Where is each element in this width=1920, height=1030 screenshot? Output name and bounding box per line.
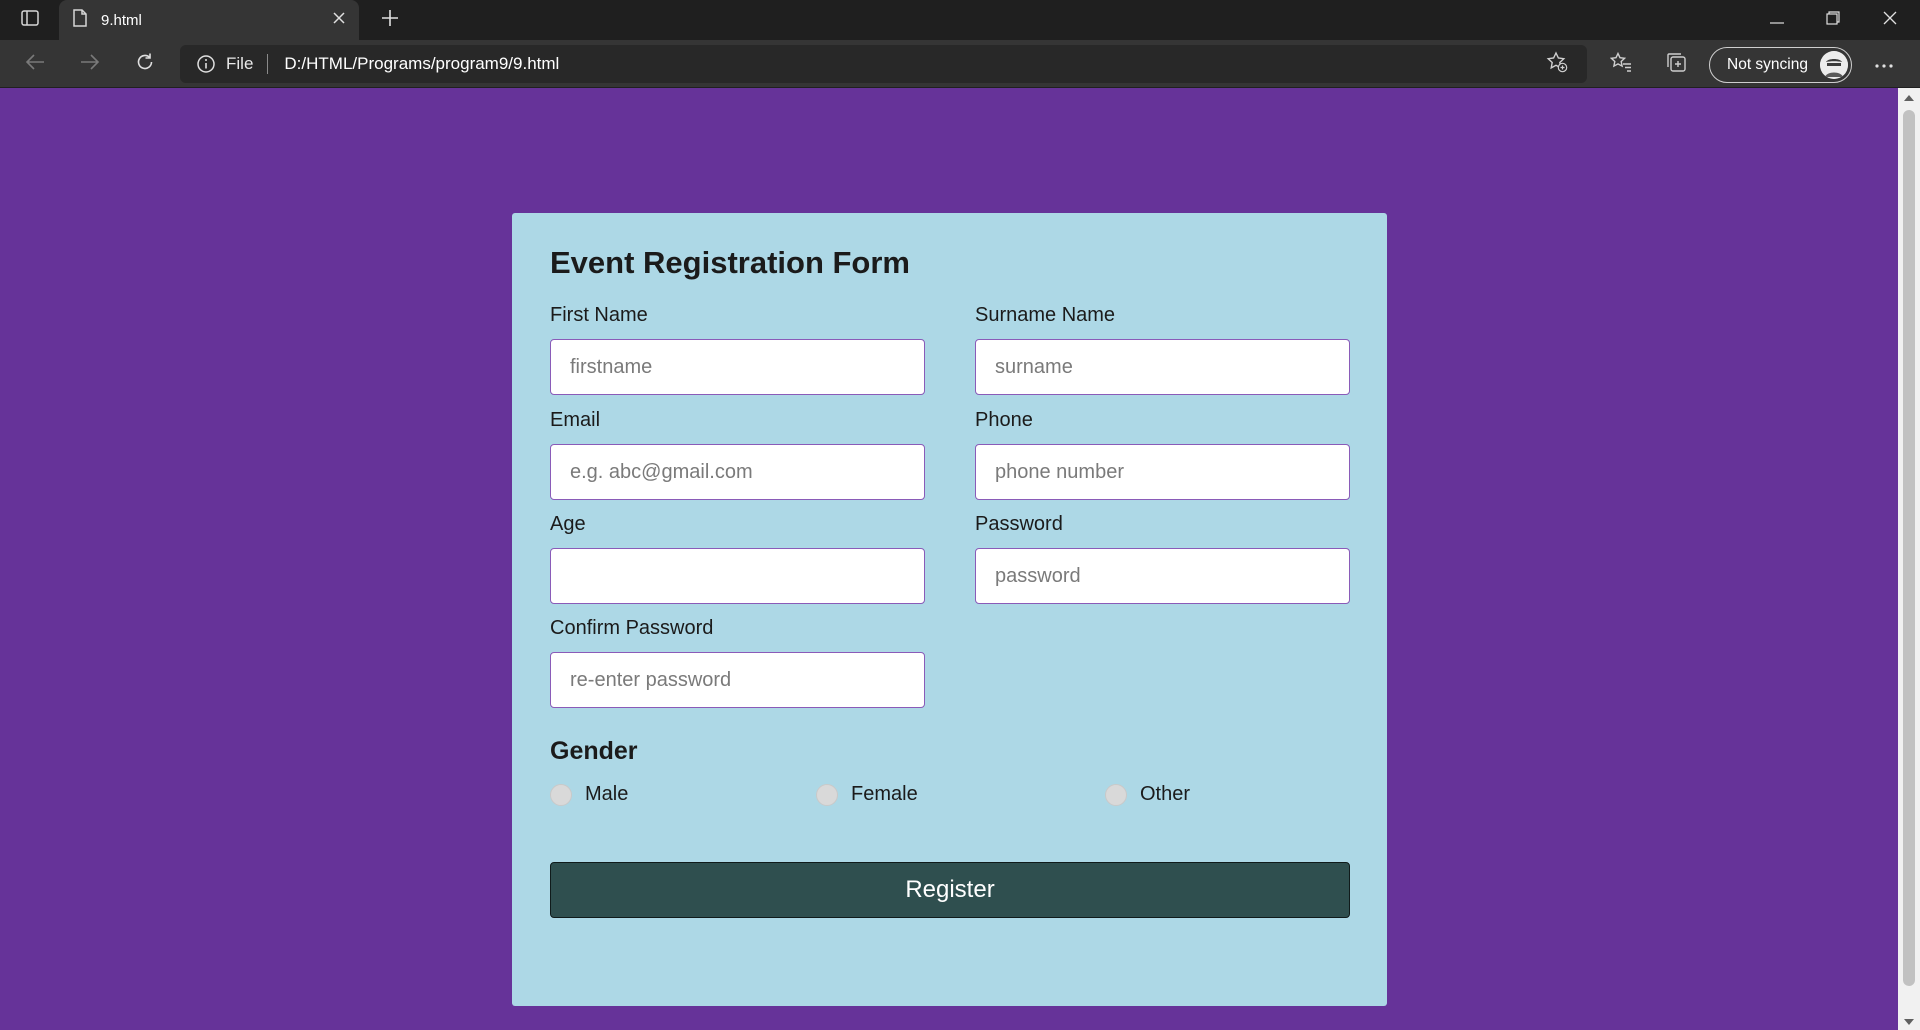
arrow-right-icon	[80, 53, 100, 76]
scroll-thumb[interactable]	[1903, 110, 1915, 986]
collections-icon	[1665, 51, 1687, 78]
forward-button[interactable]	[70, 44, 110, 84]
first-name-input[interactable]	[550, 339, 925, 395]
new-tab-button[interactable]	[370, 0, 410, 40]
password-input[interactable]	[975, 548, 1350, 604]
surname-input[interactable]	[975, 339, 1350, 395]
phone-input[interactable]	[975, 444, 1350, 500]
favorites-button[interactable]	[1601, 44, 1641, 84]
surname-label: Surname Name	[975, 304, 1116, 326]
page-file-icon	[73, 8, 87, 32]
surname-field-group: Surname Name	[975, 304, 1350, 395]
plus-icon	[381, 9, 399, 32]
radio-button-male[interactable]	[550, 783, 572, 806]
add-favorite-button[interactable]	[1537, 45, 1577, 83]
refresh-button[interactable]	[125, 44, 165, 84]
confirm-password-label: Confirm Password	[550, 617, 714, 639]
tab-actions-icon	[21, 9, 39, 31]
browser-tab-bar: 9.html	[0, 0, 1920, 40]
profile-button[interactable]: Not syncing	[1709, 47, 1852, 83]
close-window-button[interactable]	[1862, 0, 1918, 40]
password-label: Password	[975, 513, 1063, 535]
favorites-icon	[1609, 51, 1632, 77]
phone-field-group: Phone	[975, 409, 1350, 500]
address-bar[interactable]: File D:/HTML/Programs/program9/9.html	[180, 45, 1587, 83]
browser-toolbar: File D:/HTML/Programs/program9/9.html No…	[0, 40, 1920, 88]
address-divider	[267, 54, 269, 74]
gender-option-female[interactable]: Female	[816, 783, 918, 806]
star-add-icon	[1546, 50, 1568, 78]
gender-label-male: Male	[585, 783, 629, 805]
register-button[interactable]: Register	[550, 862, 1350, 918]
radio-button-female[interactable]	[816, 783, 838, 806]
refresh-icon	[135, 52, 155, 77]
avatar	[1820, 51, 1848, 79]
age-input[interactable]	[550, 548, 925, 604]
restore-button[interactable]	[1805, 0, 1861, 40]
collections-button[interactable]	[1656, 44, 1696, 84]
info-icon[interactable]	[196, 54, 216, 74]
browser-tab[interactable]: 9.html	[59, 0, 359, 40]
registration-form-card: Event Registration Form First Name Surna…	[512, 213, 1387, 1006]
address-scheme-label: File	[226, 54, 254, 73]
age-field-group: Age	[550, 513, 925, 604]
gender-option-male[interactable]: Male	[550, 783, 628, 806]
profile-status-label: Not syncing	[1727, 56, 1808, 73]
confirm-password-field-group: Confirm Password	[550, 617, 925, 708]
email-field-group: Email	[550, 409, 925, 500]
form-title: Event Registration Form	[550, 245, 910, 280]
scroll-up-button[interactable]	[1898, 88, 1920, 106]
tab-close-button[interactable]	[319, 0, 359, 40]
minimize-button[interactable]	[1749, 0, 1805, 40]
restore-icon	[1826, 10, 1840, 30]
radio-button-other[interactable]	[1105, 783, 1127, 806]
arrow-left-icon	[25, 53, 45, 76]
tab-actions-button[interactable]	[0, 0, 60, 40]
password-field-group: Password	[975, 513, 1350, 604]
back-button[interactable]	[15, 44, 55, 84]
caret-down-icon	[1904, 1012, 1914, 1030]
email-input[interactable]	[550, 444, 925, 500]
scroll-down-button[interactable]	[1898, 1012, 1920, 1030]
email-label: Email	[550, 409, 601, 431]
gender-label-female: Female	[851, 783, 918, 805]
first-name-field-group: First Name	[550, 304, 925, 395]
close-icon	[333, 11, 345, 29]
caret-up-icon	[1904, 88, 1914, 106]
first-name-label: First Name	[550, 304, 648, 326]
close-icon	[1883, 11, 1897, 30]
minimize-icon	[1770, 11, 1784, 29]
more-menu-button[interactable]	[1864, 44, 1904, 84]
confirm-password-input[interactable]	[550, 652, 925, 708]
tab-title: 9.html	[101, 11, 142, 29]
url-text[interactable]: D:/HTML/Programs/program9/9.html	[284, 54, 559, 74]
more-icon	[1875, 55, 1893, 73]
page-scrollbar[interactable]	[1898, 88, 1920, 1030]
phone-label: Phone	[975, 409, 1033, 431]
gender-option-other[interactable]: Other	[1105, 783, 1190, 806]
gender-heading: Gender	[550, 737, 638, 765]
age-label: Age	[550, 513, 586, 535]
gender-label-other: Other	[1140, 783, 1191, 805]
